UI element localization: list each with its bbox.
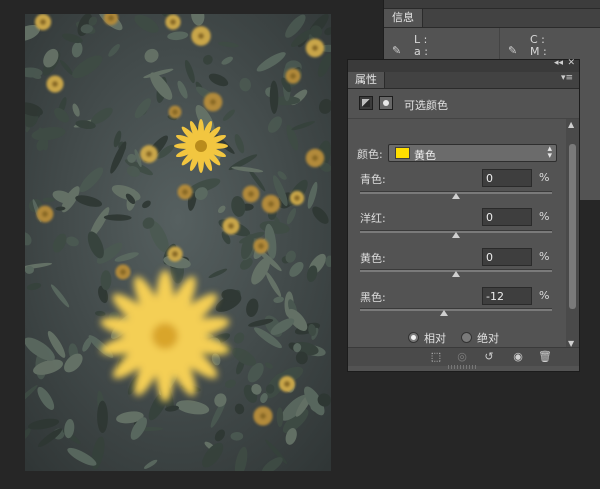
colors-dropdown-value: 黄色 (414, 149, 436, 162)
black-slider-thumb[interactable] (440, 310, 449, 316)
layer-mask-icon[interactable] (379, 96, 393, 110)
relative-label: 相对 (424, 332, 446, 345)
magenta-slider-thumb[interactable] (452, 232, 460, 238)
black-input[interactable] (482, 287, 532, 305)
view-previous-state-icon[interactable]: ◎ (454, 350, 470, 364)
flower-photo (25, 14, 331, 471)
magenta-label: 洋红: (360, 212, 386, 225)
info-channel-m: M : (530, 45, 547, 58)
small-flower (177, 184, 193, 200)
small-flower (253, 406, 273, 426)
properties-scrollbar[interactable]: ▲ ▼ (566, 119, 579, 349)
colors-dropdown[interactable]: 黄色 ▴ ▾ (388, 144, 557, 162)
small-flower (253, 238, 269, 254)
tab-info[interactable]: 信息 (384, 9, 423, 27)
small-flower (203, 92, 223, 112)
yellow-slider-thumb[interactable] (452, 271, 460, 277)
small-flower (222, 217, 240, 235)
panel-menu-icon[interactable]: ▾≡ (561, 73, 573, 83)
small-flower (36, 205, 54, 223)
info-panel-titlebar[interactable] (384, 0, 600, 9)
resize-grip[interactable] (448, 365, 478, 369)
yellow-percent-sign: % (539, 250, 550, 263)
color-swatch (395, 147, 410, 159)
trash-icon[interactable]: 🗑 (537, 350, 553, 364)
cyan-input[interactable] (482, 169, 532, 187)
properties-titlebar[interactable]: ◂◂ ✕ (348, 58, 579, 72)
updown-arrow-icon: ▴ ▾ (547, 144, 552, 161)
eyedropper-icon: ✎ (392, 44, 402, 57)
small-flower (242, 185, 260, 203)
small-flower (278, 375, 296, 393)
absolute-label: 绝对 (477, 332, 499, 345)
small-flower (167, 246, 183, 262)
small-flower (46, 75, 64, 93)
scrollbar-thumb[interactable] (569, 144, 576, 309)
small-flower (305, 38, 325, 58)
adjustment-header: 可选颜色 (348, 89, 579, 119)
magenta-input[interactable] (482, 208, 532, 226)
info-channel-a: a : (414, 45, 428, 58)
black-slider-track[interactable] (360, 308, 552, 311)
small-flower (34, 14, 52, 31)
small-flower (261, 194, 281, 214)
scroll-up-icon[interactable]: ▲ (568, 120, 574, 129)
yellow-label: 黄色: (360, 252, 386, 265)
relative-radio[interactable] (408, 332, 419, 343)
small-flower (168, 105, 182, 119)
small-flower (305, 148, 325, 168)
visibility-eye-icon[interactable]: ◉ (510, 350, 526, 364)
absolute-radio[interactable] (461, 332, 472, 343)
close-icon[interactable]: ✕ (567, 58, 575, 68)
selective-color-controls: 颜色: 黄色 ▴▾ 青色: % 洋红: % 黄色: % (348, 119, 566, 349)
selective-color-adjustment-icon[interactable] (359, 96, 373, 110)
black-label: 黑色: (360, 291, 386, 304)
small-flower (140, 145, 158, 163)
adjustment-title: 可选颜色 (404, 99, 448, 112)
yellow-input[interactable] (482, 248, 532, 266)
small-flower (115, 264, 131, 280)
eyedropper-icon: ✎ (508, 44, 518, 57)
small-flower (191, 26, 211, 46)
properties-panel: ◂◂ ✕ 属性 ▾≡ 可选颜色 颜色: 黄色 ▴▾ 青色: % 洋红: % (347, 58, 580, 372)
properties-footer: ⬚ ◎ ↺ ◉ 🗑 (348, 347, 579, 366)
black-percent-sign: % (539, 289, 550, 302)
reset-icon[interactable]: ↺ (481, 350, 497, 364)
cyan-slider-thumb[interactable] (452, 193, 460, 199)
clip-to-layer-icon[interactable]: ⬚ (428, 350, 444, 364)
properties-tabbar: 属性 ▾≡ (348, 72, 579, 89)
collapse-icon[interactable]: ◂◂ (554, 58, 563, 68)
photo-canvas[interactable] (25, 14, 331, 471)
small-flower (285, 68, 301, 84)
small-flower (165, 14, 181, 30)
small-flower (289, 190, 305, 206)
magenta-percent-sign: % (539, 210, 550, 223)
cyan-percent-sign: % (539, 171, 550, 184)
cyan-label: 青色: (360, 173, 386, 186)
tab-properties[interactable]: 属性 (348, 72, 385, 88)
info-panel-tabbar: 信息 (384, 9, 600, 28)
colors-label: 颜色: (357, 148, 383, 161)
